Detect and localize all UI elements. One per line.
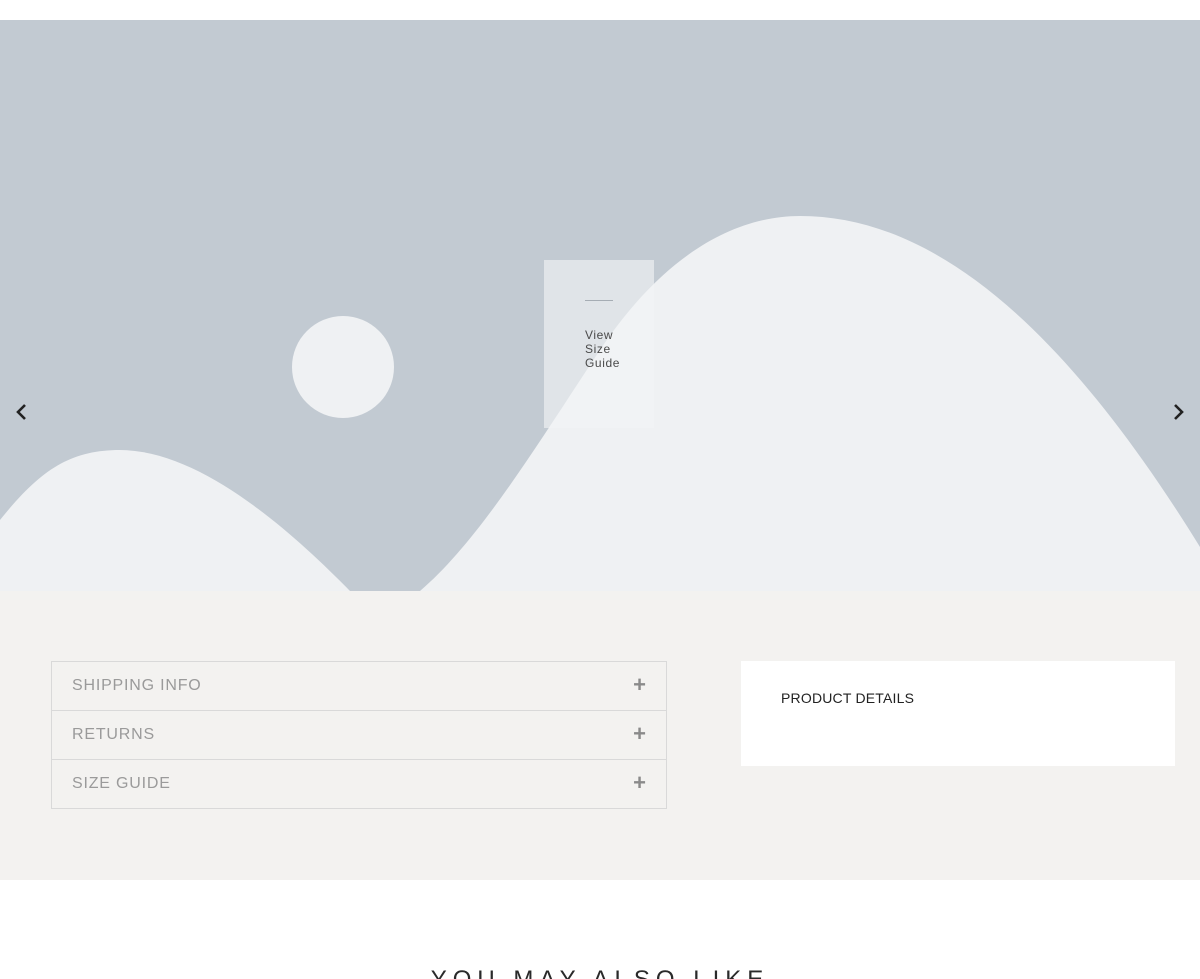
size-guide-link[interactable]: View Size Guide xyxy=(544,260,654,428)
plus-icon: + xyxy=(633,721,646,746)
size-guide-divider xyxy=(585,300,613,301)
placeholder-small-hill xyxy=(0,450,350,591)
product-details-panel: PRODUCT DETAILS xyxy=(741,661,1175,766)
accordion-item-size-guide[interactable]: SIZE GUIDE + xyxy=(52,760,666,808)
accordion-item-shipping-info[interactable]: SHIPPING INFO + xyxy=(52,662,666,711)
placeholder-large-hill xyxy=(420,216,1200,591)
accordion-item-label: RETURNS xyxy=(72,726,155,743)
next-image-button[interactable] xyxy=(1166,400,1190,424)
size-guide-label: View Size Guide xyxy=(585,328,621,370)
product-page: View Size Guide SHIPPING INFO + RETURNS … xyxy=(0,0,1200,979)
accordion-item-returns[interactable]: RETURNS + xyxy=(52,711,666,760)
previous-image-button[interactable] xyxy=(10,400,34,424)
product-details-title: PRODUCT DETAILS xyxy=(781,690,915,706)
related-products-heading: YOU MAY ALSO LIKE xyxy=(0,965,1200,979)
product-info-section: SHIPPING INFO + RETURNS + SIZE GUIDE + P… xyxy=(0,591,1200,880)
chevron-right-icon xyxy=(1174,404,1184,420)
info-accordion: SHIPPING INFO + RETURNS + SIZE GUIDE + xyxy=(51,661,667,809)
accordion-item-label: SHIPPING INFO xyxy=(72,677,202,694)
placeholder-sun-shape xyxy=(292,316,394,418)
plus-icon: + xyxy=(633,770,646,795)
plus-icon: + xyxy=(633,672,646,697)
accordion-item-label: SIZE GUIDE xyxy=(72,775,171,792)
chevron-left-icon xyxy=(16,404,26,420)
product-image-gallery: View Size Guide xyxy=(0,20,1200,591)
